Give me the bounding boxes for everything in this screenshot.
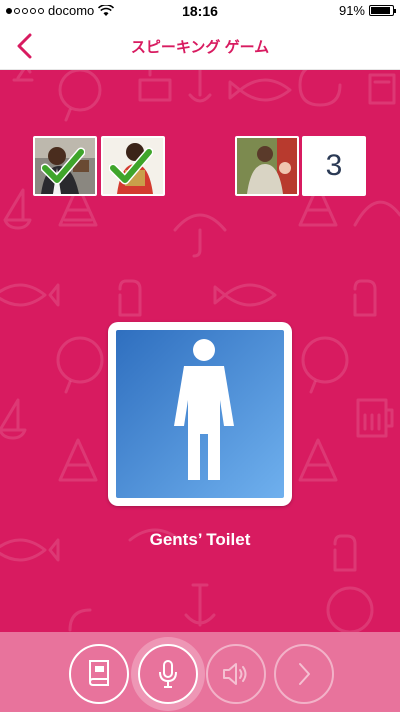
card-image: [116, 330, 284, 498]
photo-thumbnail-image: [237, 138, 297, 194]
battery-icon: [369, 5, 396, 16]
bottom-toolbar: [0, 632, 400, 712]
nav-bar: スピーキング ゲーム: [0, 22, 400, 70]
speaker-icon: [223, 663, 247, 685]
remaining-counter: 3: [302, 136, 366, 196]
progress-thumbnail-3: [235, 136, 299, 196]
checkmark-icon: [109, 147, 153, 185]
chevron-right-icon: [299, 663, 310, 685]
microphone-button[interactable]: [138, 644, 198, 704]
book-icon: [89, 660, 109, 686]
progress-thumbnail-1: [33, 136, 97, 196]
male-toilet-icon: [116, 330, 284, 498]
page-title: スピーキング ゲーム: [130, 39, 270, 56]
checkmark-icon: [41, 147, 85, 185]
play-sound-button[interactable]: [206, 644, 266, 704]
status-right: 91%: [338, 3, 396, 18]
flash-card[interactable]: [108, 322, 292, 506]
card-caption: Gents’ Toilet: [149, 530, 251, 549]
next-button[interactable]: [274, 644, 334, 704]
status-bar: docomo 18:16 91%: [0, 0, 400, 22]
dictionary-button[interactable]: [69, 644, 129, 704]
microphone-icon: [159, 660, 177, 688]
game-area: 3 Gents’ Toilet: [0, 70, 400, 632]
battery-percent: 91%: [338, 3, 365, 18]
progress-thumbnail-2: [101, 136, 165, 196]
